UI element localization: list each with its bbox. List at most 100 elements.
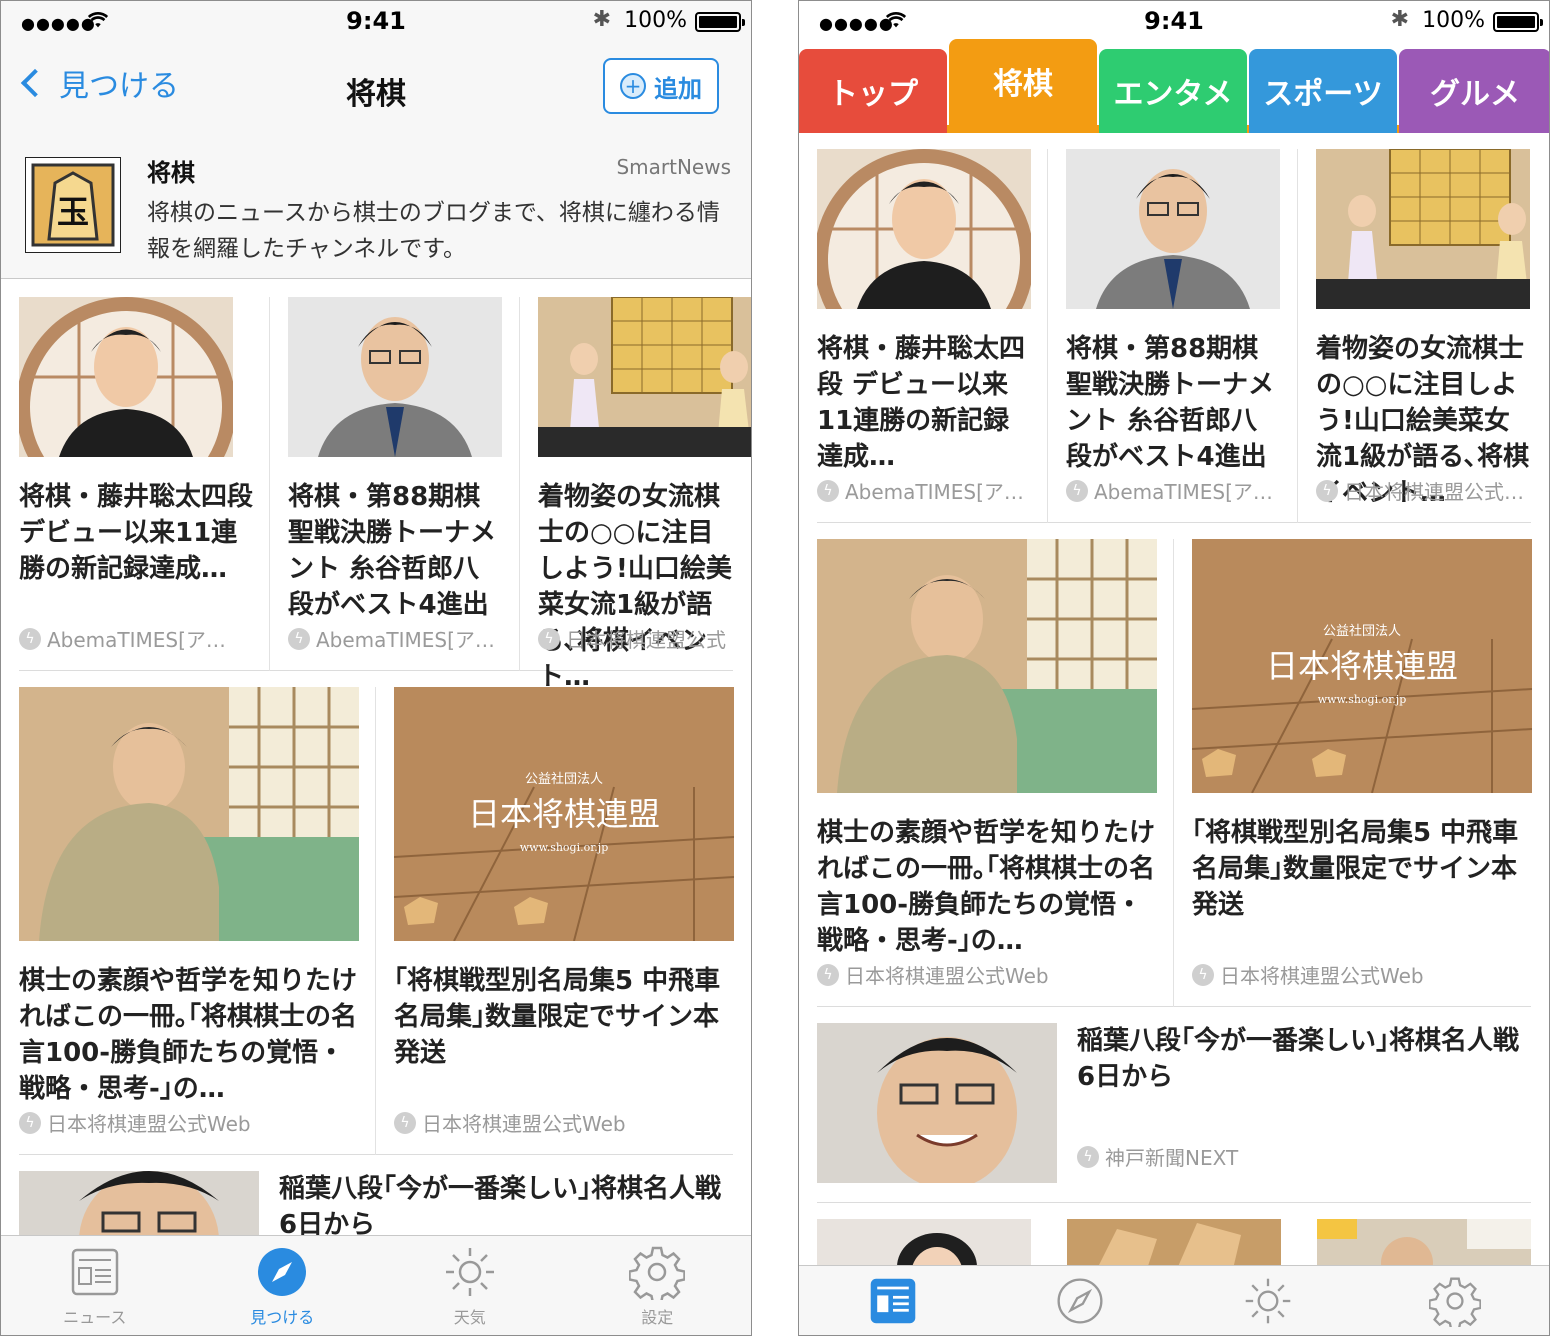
tab-discover[interactable] — [987, 1266, 1175, 1335]
lightning-icon: ϟ — [19, 1111, 41, 1134]
tab-top[interactable]: トップ — [799, 49, 947, 133]
channel-name: 将棋 — [147, 159, 195, 187]
lightning-icon: ϟ — [1066, 479, 1088, 502]
svg-text:日本将棋連盟: 日本将棋連盟 — [468, 795, 660, 833]
tab-weather[interactable]: 天気 — [376, 1236, 564, 1335]
status-bar: ●●●●● 9:41 ✱ 100% — [799, 1, 1549, 41]
tab-shogi[interactable]: 将棋 — [949, 39, 1097, 133]
article-thumbnail: 公益社団法人 日本将棋連盟 www.shogi.or.jp — [394, 687, 734, 941]
article-thumbnail — [817, 1023, 1057, 1183]
lightning-icon: ϟ — [394, 1111, 416, 1134]
battery-icon — [1493, 12, 1543, 32]
article-title: ｢将棋戦型別名局集5 中飛車名局集｣数量限定でサイン本発送 — [1192, 818, 1519, 920]
status-bar: ●●●●● 9:41 ✱ 100% — [1, 1, 751, 41]
article-row: 稲葉八段｢今が一番楽しい｣将棋名人戦6日から ϟ 神戸新聞NEXT — [817, 1023, 1531, 1203]
svg-text:www.shogi.or.jp: www.shogi.or.jp — [520, 841, 608, 854]
sun-icon — [445, 1247, 494, 1296]
article-card[interactable]: 棋士の素顔や哲学を知りたければこの一冊｡｢将棋棋士の名言100-勝負師たちの覚悟… — [19, 687, 375, 1155]
tab-bar — [799, 1265, 1549, 1335]
tab-label: 設定 — [641, 1307, 674, 1327]
article-card[interactable]: 着物姿の女流棋士の○○に注目しよう!山口絵美菜女流1級が語る､将棋イベント… ϟ… — [519, 297, 751, 692]
tab-sports[interactable]: スポーツ — [1249, 49, 1397, 133]
article-thumbnail — [1316, 149, 1530, 309]
battery-percent: 100% — [624, 8, 687, 33]
tab-news[interactable] — [799, 1266, 987, 1335]
article-thumbnail — [19, 687, 359, 941]
article-thumbnail — [538, 297, 751, 457]
sun-icon — [1245, 1278, 1291, 1323]
lightning-icon: ϟ — [817, 963, 839, 986]
tab-gourmet[interactable]: グルメ — [1399, 49, 1549, 133]
svg-text:公益社団法人: 公益社団法人 — [1323, 623, 1401, 639]
compass-icon — [258, 1247, 307, 1296]
add-channel-button[interactable]: + 追加 — [603, 58, 719, 114]
gear-icon — [629, 1246, 686, 1300]
article-card[interactable]: 棋士の素顔や哲学を知りたければこの一冊｡｢将棋棋士の名言100-勝負師たちの覚悟… — [817, 539, 1173, 1007]
channel-tabs: トップ 将棋 エンタメ スポーツ グルメ — [799, 39, 1549, 133]
article-source: ϟ日本将棋連盟公式… — [1316, 476, 1525, 505]
article-source: ϟ日本将棋連盟公式… — [538, 624, 727, 653]
article-thumbnail — [1066, 149, 1280, 309]
svg-text:日本将棋連盟: 日本将棋連盟 — [1266, 647, 1458, 685]
article-row: 将棋・藤井聡太四段 デビュー以来11連勝の新記録達成… ϟ AbemaTIMES[… — [19, 297, 751, 692]
article-source: ϟ 日本将棋連盟公式Web — [1192, 960, 1526, 989]
lightning-icon: ϟ — [1077, 1145, 1099, 1168]
tab-settings[interactable] — [1362, 1266, 1550, 1335]
article-card[interactable]: 将棋・第88期棋聖戦決勝トーナメント 糸谷哲郎八段がベスト4進出 ϟ AbemaT… — [1047, 149, 1297, 523]
battery-icon — [695, 12, 745, 32]
svg-text:公益社団法人: 公益社団法人 — [525, 771, 603, 787]
lightning-icon: ϟ — [538, 627, 560, 650]
tab-discover[interactable]: 見つける — [189, 1236, 377, 1335]
lightning-icon: ϟ — [1192, 963, 1214, 986]
article-thumbnail — [1067, 1219, 1281, 1269]
article-card[interactable]: 着物姿の女流棋士の○○に注目しよう!山口絵美菜女流1級が語る､将棋イベント… ϟ… — [1297, 149, 1531, 523]
article-card[interactable]: 将棋・第88期棋聖戦決勝トーナメント 糸谷哲郎八段がベスト4進出 ϟ AbemaT… — [269, 297, 519, 671]
compass-icon — [1057, 1277, 1103, 1324]
channel-header: 玉 将棋 SmartNews 将棋のニュースから棋士のブログまで、将棋に纏わる情… — [1, 133, 751, 279]
article-card[interactable]: 公益社団法人 日本将棋連盟 www.shogi.or.jp ｢将棋戦型別名局集5… — [375, 687, 734, 1155]
plus-icon: + — [620, 73, 646, 99]
article-card[interactable]: 稲葉八段｢今が一番楽しい｣将棋名人戦6日から ϟ 神戸新聞NEXT — [817, 1023, 1531, 1187]
article-card[interactable]: 将棋・藤井聡太四段 デビュー以来11連勝の新記録達成… ϟ AbemaTIMES[… — [19, 297, 269, 671]
article-card[interactable]: 公益社団法人 日本将棋連盟 www.shogi.or.jp ｢将棋戦型別名局集5… — [1173, 539, 1532, 1007]
article-source: ϟ AbemaTIMES[ア… — [19, 624, 263, 653]
bluetooth-icon: ✱ — [1390, 7, 1409, 32]
article-title: 将棋・第88期棋聖戦決勝トーナメント 糸谷哲郎八段がベスト4進出 — [1066, 334, 1275, 472]
tab-news[interactable]: ニュース — [1, 1236, 189, 1335]
article-source: ϟ AbemaTIMES[ア… — [817, 476, 1041, 505]
discover-screen: ●●●●● 9:41 ✱ 100% 見つける 将棋 + 追加 玉 将棋 Smar… — [0, 0, 752, 1336]
tab-settings[interactable]: 設定 — [564, 1236, 752, 1335]
article-thumbnail — [817, 539, 1157, 793]
tab-weather[interactable] — [1174, 1266, 1362, 1335]
add-label: 追加 — [654, 74, 702, 103]
newspaper-icon — [71, 1248, 118, 1295]
article-source: ϟ AbemaTIMES[ア… — [1066, 476, 1291, 505]
gear-icon — [1429, 1277, 1482, 1327]
article-thumbnail — [288, 297, 502, 457]
article-title: ｢将棋戦型別名局集5 中飛車名局集｣数量限定でサイン本発送 — [394, 966, 721, 1068]
article-source: ϟ 日本将棋連盟公式Web — [19, 1108, 369, 1137]
article-title: 棋士の素顔や哲学を知りたければこの一冊｡｢将棋棋士の名言100-勝負師たちの覚悟… — [817, 818, 1156, 956]
channel-tabs-screen: ●●●●● 9:41 ✱ 100% トップ 将棋 エンタメ スポーツ グルメ 将… — [798, 0, 1550, 1336]
svg-text:www.shogi.or.jp: www.shogi.or.jp — [1318, 693, 1406, 706]
tab-bar: ニュース 見つける 天気 設定 — [1, 1235, 751, 1335]
lightning-icon: ϟ — [1316, 479, 1338, 502]
battery-percent: 100% — [1422, 8, 1485, 33]
article-feed: 将棋・藤井聡太四段 デビュー以来11連勝の新記録達成… ϟ AbemaTIMES[… — [817, 149, 1532, 1269]
article-title: 将棋・第88期棋聖戦決勝トーナメント 糸谷哲郎八段がベスト4進出 — [288, 482, 497, 620]
article-source: ϟ 日本将棋連盟公式Web — [817, 960, 1167, 989]
article-source: ϟ AbemaTIMES[ア… — [288, 624, 513, 653]
lightning-icon: ϟ — [817, 479, 839, 502]
article-thumbnail: 公益社団法人 日本将棋連盟 www.shogi.or.jp — [1192, 539, 1532, 793]
article-source: ϟ 神戸新聞NEXT — [1077, 1142, 1238, 1171]
article-card[interactable]: 将棋・藤井聡太四段 デビュー以来11連勝の新記録達成… ϟ AbemaTIMES[… — [817, 149, 1047, 523]
article-title: 着物姿の女流棋士の○○に注目しよう!山口絵美菜女流1級が語る､将棋イベント… — [538, 482, 732, 692]
tab-entertainment[interactable]: エンタメ — [1099, 49, 1247, 133]
logo-char: 玉 — [57, 193, 89, 231]
tab-label: 天気 — [453, 1307, 486, 1327]
article-thumbnail — [817, 1219, 1031, 1269]
article-row: 棋士の素顔や哲学を知りたければこの一冊｡｢将棋棋士の名言100-勝負師たちの覚悟… — [19, 687, 734, 1155]
tab-label: ニュース — [63, 1307, 127, 1327]
navigation-bar: 見つける 将棋 + 追加 — [1, 41, 751, 133]
article-title: 棋士の素顔や哲学を知りたければこの一冊｡｢将棋棋士の名言100-勝負師たちの覚悟… — [19, 966, 358, 1104]
